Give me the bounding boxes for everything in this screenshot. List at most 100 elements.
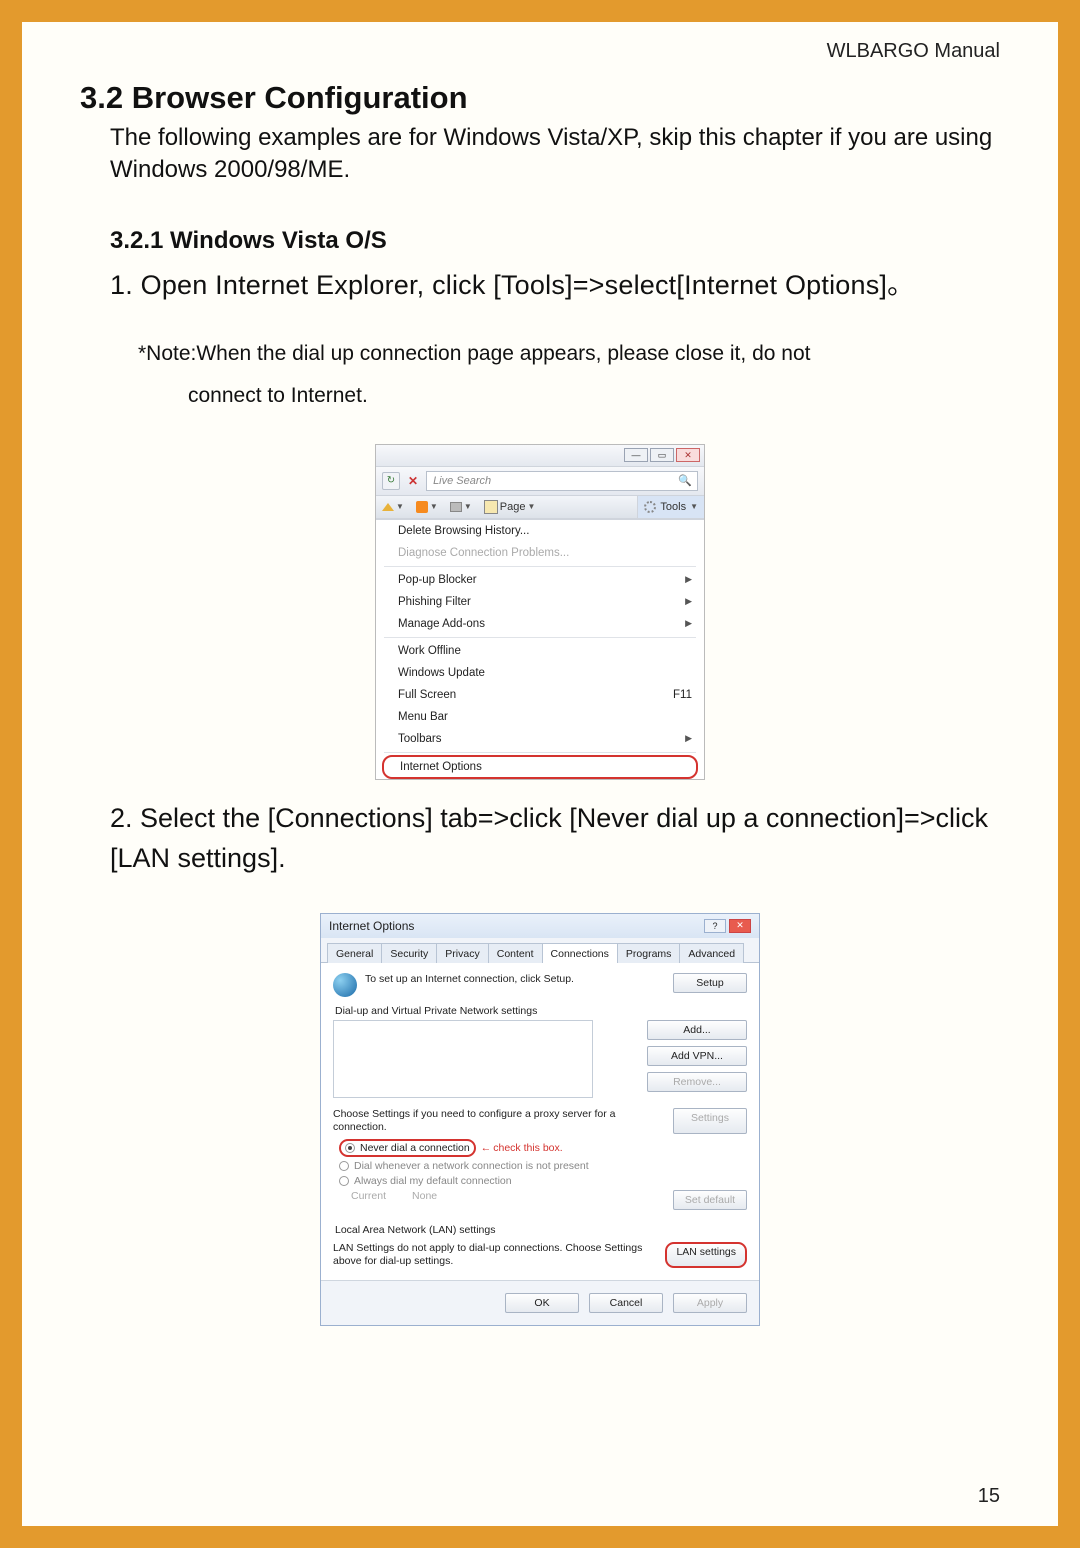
tab-programs[interactable]: Programs: [617, 943, 681, 963]
dialog-tabs: General Security Privacy Content Connect…: [321, 938, 759, 963]
close-icon[interactable]: ✕: [729, 919, 751, 933]
note-line1: *Note:When the dial up connection page a…: [138, 342, 1000, 366]
arrow-left-icon: ←: [481, 1142, 492, 1154]
radio-dial-whenever-label: Dial whenever a network connection is no…: [354, 1160, 589, 1172]
dialog-title: Internet Options: [329, 919, 414, 933]
radio-always-dial-label: Always dial my default connection: [354, 1175, 512, 1187]
minimize-icon[interactable]: —: [624, 448, 648, 462]
gear-icon: [644, 501, 656, 513]
settings-button[interactable]: Settings: [673, 1108, 747, 1134]
menu-popup-blocker[interactable]: Pop-up Blocker▶: [376, 569, 704, 591]
tab-privacy[interactable]: Privacy: [436, 943, 488, 963]
setup-button[interactable]: Setup: [673, 973, 747, 993]
menu-work-offline[interactable]: Work Offline: [376, 640, 704, 662]
dialup-fieldset: Dial-up and Virtual Private Network sett…: [333, 1005, 747, 1214]
ie-command-bar: ▼ ▼ ▼ Page▼ Tools ▼: [376, 496, 704, 519]
radio-always-dial[interactable]: Always dial my default connection: [333, 1173, 747, 1188]
help-icon[interactable]: ?: [704, 919, 726, 933]
section-heading: 3.2 Browser Configuration: [80, 80, 1000, 116]
tab-security[interactable]: Security: [381, 943, 437, 963]
close-icon[interactable]: ✕: [676, 448, 700, 462]
rss-icon: [416, 501, 428, 513]
current-label: Current: [351, 1190, 386, 1210]
setup-text: To set up an Internet connection, click …: [365, 973, 665, 987]
stop-icon[interactable]: ✕: [406, 474, 420, 488]
page-button[interactable]: Page▼: [478, 496, 542, 518]
step-1: 1. Open Internet Explorer, click [Tools]…: [110, 263, 1000, 302]
page-number: 15: [978, 1485, 1000, 1508]
section-intro: The following examples are for Windows V…: [110, 122, 1000, 187]
add-vpn-button[interactable]: Add VPN...: [647, 1046, 747, 1066]
apply-button[interactable]: Apply: [673, 1293, 747, 1313]
dropdown-icon: ▼: [464, 502, 472, 511]
lan-text: LAN Settings do not apply to dial-up con…: [333, 1242, 653, 1268]
page-icon: [484, 500, 498, 514]
current-value: None: [412, 1190, 437, 1210]
menu-phishing-filter[interactable]: Phishing Filter▶: [376, 591, 704, 613]
connections-listbox[interactable]: [333, 1020, 593, 1098]
dropdown-icon: ▼: [396, 502, 404, 511]
menu-internet-options[interactable]: Internet Options: [382, 755, 698, 779]
tab-advanced[interactable]: Advanced: [679, 943, 744, 963]
menu-delete-history[interactable]: Delete Browsing History...: [376, 520, 704, 542]
remove-button[interactable]: Remove...: [647, 1072, 747, 1092]
ok-button[interactable]: OK: [505, 1293, 579, 1313]
dialog-body: To set up an Internet connection, click …: [321, 963, 759, 1281]
menu-separator: [384, 637, 696, 638]
tools-button[interactable]: Tools ▼: [637, 496, 704, 518]
submenu-arrow-icon: ▶: [685, 618, 692, 629]
ie-search-bar: ↻ ✕ Live Search 🔍: [376, 467, 704, 496]
accelerator: F11: [673, 689, 692, 701]
dialup-legend: Dial-up and Virtual Private Network sett…: [333, 1005, 539, 1017]
tab-content[interactable]: Content: [488, 943, 543, 963]
tools-menu: Delete Browsing History... Diagnose Conn…: [376, 519, 704, 779]
radio-icon: [339, 1176, 349, 1186]
maximize-icon[interactable]: ▭: [650, 448, 674, 462]
step-2: 2. Select the [Connections] tab=>click […: [110, 798, 1000, 879]
search-input[interactable]: Live Search 🔍: [426, 471, 698, 491]
home-button[interactable]: ▼: [376, 496, 410, 518]
check-this-box-annotation: ← check this box.: [481, 1142, 563, 1154]
manual-page: WLBARGO Manual 3.2 Browser Configuration…: [22, 22, 1058, 1526]
dropdown-icon: ▼: [527, 502, 535, 511]
window-controls: — ▭ ✕: [376, 445, 704, 467]
radio-never-dial-label: Never dial a connection: [360, 1142, 470, 1154]
lan-settings-button[interactable]: LAN settings: [665, 1242, 747, 1268]
menu-toolbars[interactable]: Toolbars▶: [376, 728, 704, 750]
radio-dial-whenever[interactable]: Dial whenever a network connection is no…: [333, 1158, 747, 1173]
header-manual-name: WLBARGO Manual: [827, 40, 1000, 63]
cancel-button[interactable]: Cancel: [589, 1293, 663, 1313]
add-button[interactable]: Add...: [647, 1020, 747, 1040]
menu-separator: [384, 752, 696, 753]
submenu-arrow-icon: ▶: [685, 596, 692, 607]
tab-general[interactable]: General: [327, 943, 382, 963]
lan-legend: Local Area Network (LAN) settings: [333, 1224, 497, 1236]
home-icon: [382, 503, 394, 511]
feeds-button[interactable]: ▼: [410, 496, 444, 518]
submenu-arrow-icon: ▶: [685, 733, 692, 744]
search-icon[interactable]: 🔍: [678, 474, 692, 487]
refresh-icon[interactable]: ↻: [382, 472, 400, 490]
ie-tools-menu-screenshot: — ▭ ✕ ↻ ✕ Live Search 🔍 ▼ ▼ ▼ Page▼ Tool…: [375, 444, 705, 780]
menu-separator: [384, 566, 696, 567]
globe-icon: [333, 973, 357, 997]
menu-full-screen[interactable]: Full ScreenF11: [376, 684, 704, 706]
set-default-button[interactable]: Set default: [673, 1190, 747, 1210]
menu-diagnose[interactable]: Diagnose Connection Problems...: [376, 542, 704, 564]
dialog-footer: OK Cancel Apply: [321, 1280, 759, 1325]
radio-never-dial[interactable]: Never dial a connection: [339, 1139, 476, 1157]
dropdown-icon: ▼: [690, 502, 698, 511]
internet-options-dialog: Internet Options ? ✕ General Security Pr…: [320, 913, 760, 1327]
search-placeholder: Live Search: [433, 475, 491, 487]
radio-never-dial-row: Never dial a connection ← check this box…: [333, 1137, 747, 1158]
menu-windows-update[interactable]: Windows Update: [376, 662, 704, 684]
tab-connections[interactable]: Connections: [542, 943, 618, 963]
page-label: Page: [500, 501, 526, 513]
menu-manage-addons[interactable]: Manage Add-ons▶: [376, 613, 704, 635]
subsection-heading: 3.2.1 Windows Vista O/S: [110, 227, 1000, 255]
note-line2: connect to Internet.: [188, 384, 1000, 408]
print-button[interactable]: ▼: [444, 496, 478, 518]
menu-menu-bar[interactable]: Menu Bar: [376, 706, 704, 728]
dialog-titlebar: Internet Options ? ✕: [321, 914, 759, 938]
lan-fieldset: Local Area Network (LAN) settings LAN Se…: [333, 1224, 747, 1268]
